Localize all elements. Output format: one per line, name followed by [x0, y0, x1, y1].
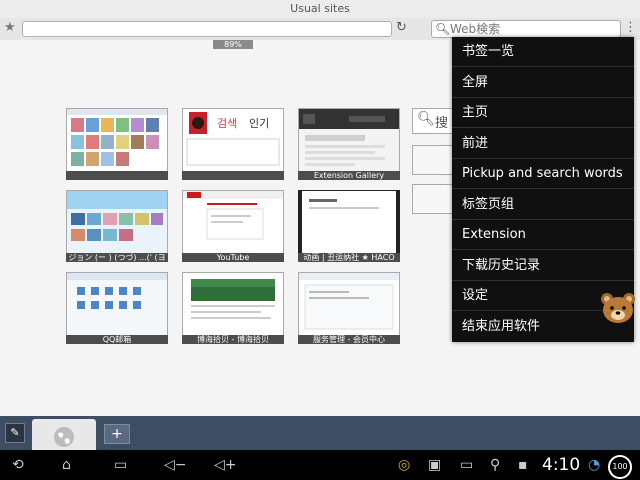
site-thumbnail[interactable]: QQ邮箱 [66, 272, 168, 344]
card-icon: ▭ [460, 457, 474, 473]
site-title: 动画 | 丑运纳社 ★ HACO [298, 253, 400, 262]
volume-down-icon[interactable]: ◁− [164, 455, 187, 475]
page-button[interactable] [412, 145, 453, 175]
site-screenshot [298, 272, 400, 337]
tab-current[interactable] [32, 419, 96, 450]
page-search-box[interactable]: 🔍︎ 搜 [412, 108, 453, 134]
recent-apps-icon[interactable]: ▭ [114, 455, 127, 475]
page-button[interactable] [412, 184, 453, 214]
site-screenshot: 검색 인기 [182, 108, 284, 173]
usb-icon: ⚲ [490, 457, 501, 473]
menu-item-tab-groups[interactable]: 标签页组 [452, 190, 634, 220]
site-screenshot [298, 190, 400, 255]
menu-item-fullscreen[interactable]: 全屏 [452, 68, 634, 98]
star-icon[interactable]: ★ [4, 20, 16, 36]
page-search-text: 搜 [435, 116, 449, 131]
site-thumbnail[interactable]: 动画 | 丑运纳社 ★ HACO [298, 190, 400, 262]
bear-icon[interactable] [600, 292, 636, 324]
site-screenshot [182, 190, 284, 255]
site-title: QQ邮箱 [66, 335, 168, 344]
site-title: YouTube [182, 253, 284, 262]
system-navigation-bar: ⟲ ⌂ ▭ ◁− ◁+ ◎ ▣ ▭ ⚲ ▪ 4:10 ◔ [0, 450, 640, 480]
site-title [66, 171, 168, 180]
reload-icon[interactable]: ↻ [396, 20, 407, 36]
site-title: Extension Gallery [298, 171, 400, 180]
web-search-box[interactable]: 🔍︎ [431, 20, 621, 38]
url-bar[interactable] [22, 21, 392, 37]
window-title: Usual sites [0, 0, 640, 19]
menu-item-bookmarks[interactable]: 书签一览 [452, 37, 634, 67]
zoom-level: 89% [224, 40, 242, 49]
shop-icon: ▪ [518, 457, 528, 473]
site-title: ジョン (ー ) (つづ) ...(' (ヨ [66, 253, 168, 262]
search-icon: 🔍︎ [435, 22, 451, 36]
zoom-level-indicator: 89% [213, 40, 253, 49]
tools-icon[interactable]: ✎ [5, 423, 25, 443]
site-thumbnail[interactable] [66, 108, 168, 180]
search-icon: 🔍︎ [417, 111, 435, 127]
clock: 4:10 [542, 455, 581, 475]
site-title: 服务管理 - 会员中心 [298, 335, 400, 344]
menu-item-extension[interactable]: Extension [452, 220, 634, 250]
site-title [182, 171, 284, 180]
menu-item-pickup-search[interactable]: Pickup and search words [452, 159, 634, 189]
site-thumbnail[interactable]: YouTube [182, 190, 284, 262]
site-screenshot [182, 272, 284, 337]
volume-up-icon[interactable]: ◁+ [214, 455, 237, 475]
naver-tab-popular: 인기 [249, 117, 270, 130]
speedometer-icon: ◎ [398, 457, 411, 473]
tab-bar: ✎ + [0, 416, 640, 450]
site-title: 博海拾贝 - 博海拾贝 [182, 335, 284, 344]
menu-item-forward[interactable]: 前进 [452, 129, 634, 159]
notification-icon: ▣ [428, 457, 442, 473]
site-screenshot [298, 108, 400, 173]
home-icon[interactable]: ⌂ [62, 455, 71, 475]
new-tab-button[interactable]: + [104, 424, 130, 444]
site-thumbnail[interactable]: Extension Gallery [298, 108, 400, 180]
menu-item-download-history[interactable]: 下载历史记录 [452, 251, 634, 281]
globe-icon [54, 427, 74, 447]
naver-tab-search: 검색 [217, 117, 238, 130]
site-screenshot [66, 272, 168, 337]
site-thumbnail[interactable]: 검색 인기 [182, 108, 284, 180]
site-thumbnail[interactable]: 服务管理 - 会员中心 [298, 272, 400, 344]
menu-item-home[interactable]: 主页 [452, 98, 634, 128]
wifi-icon: ◔ [588, 457, 601, 473]
battery-badge: 100 [608, 455, 632, 479]
site-screenshot [66, 108, 168, 173]
site-thumbnail[interactable]: 博海拾贝 - 博海拾贝 [182, 272, 284, 344]
site-thumbnail[interactable]: ジョン (ー ) (つづ) ...(' (ヨ [66, 190, 168, 262]
site-screenshot [66, 190, 168, 255]
web-search-input[interactable] [450, 21, 615, 37]
overflow-menu-icon[interactable]: ⋮ [624, 20, 637, 36]
back-icon[interactable]: ⟲ [12, 455, 24, 475]
